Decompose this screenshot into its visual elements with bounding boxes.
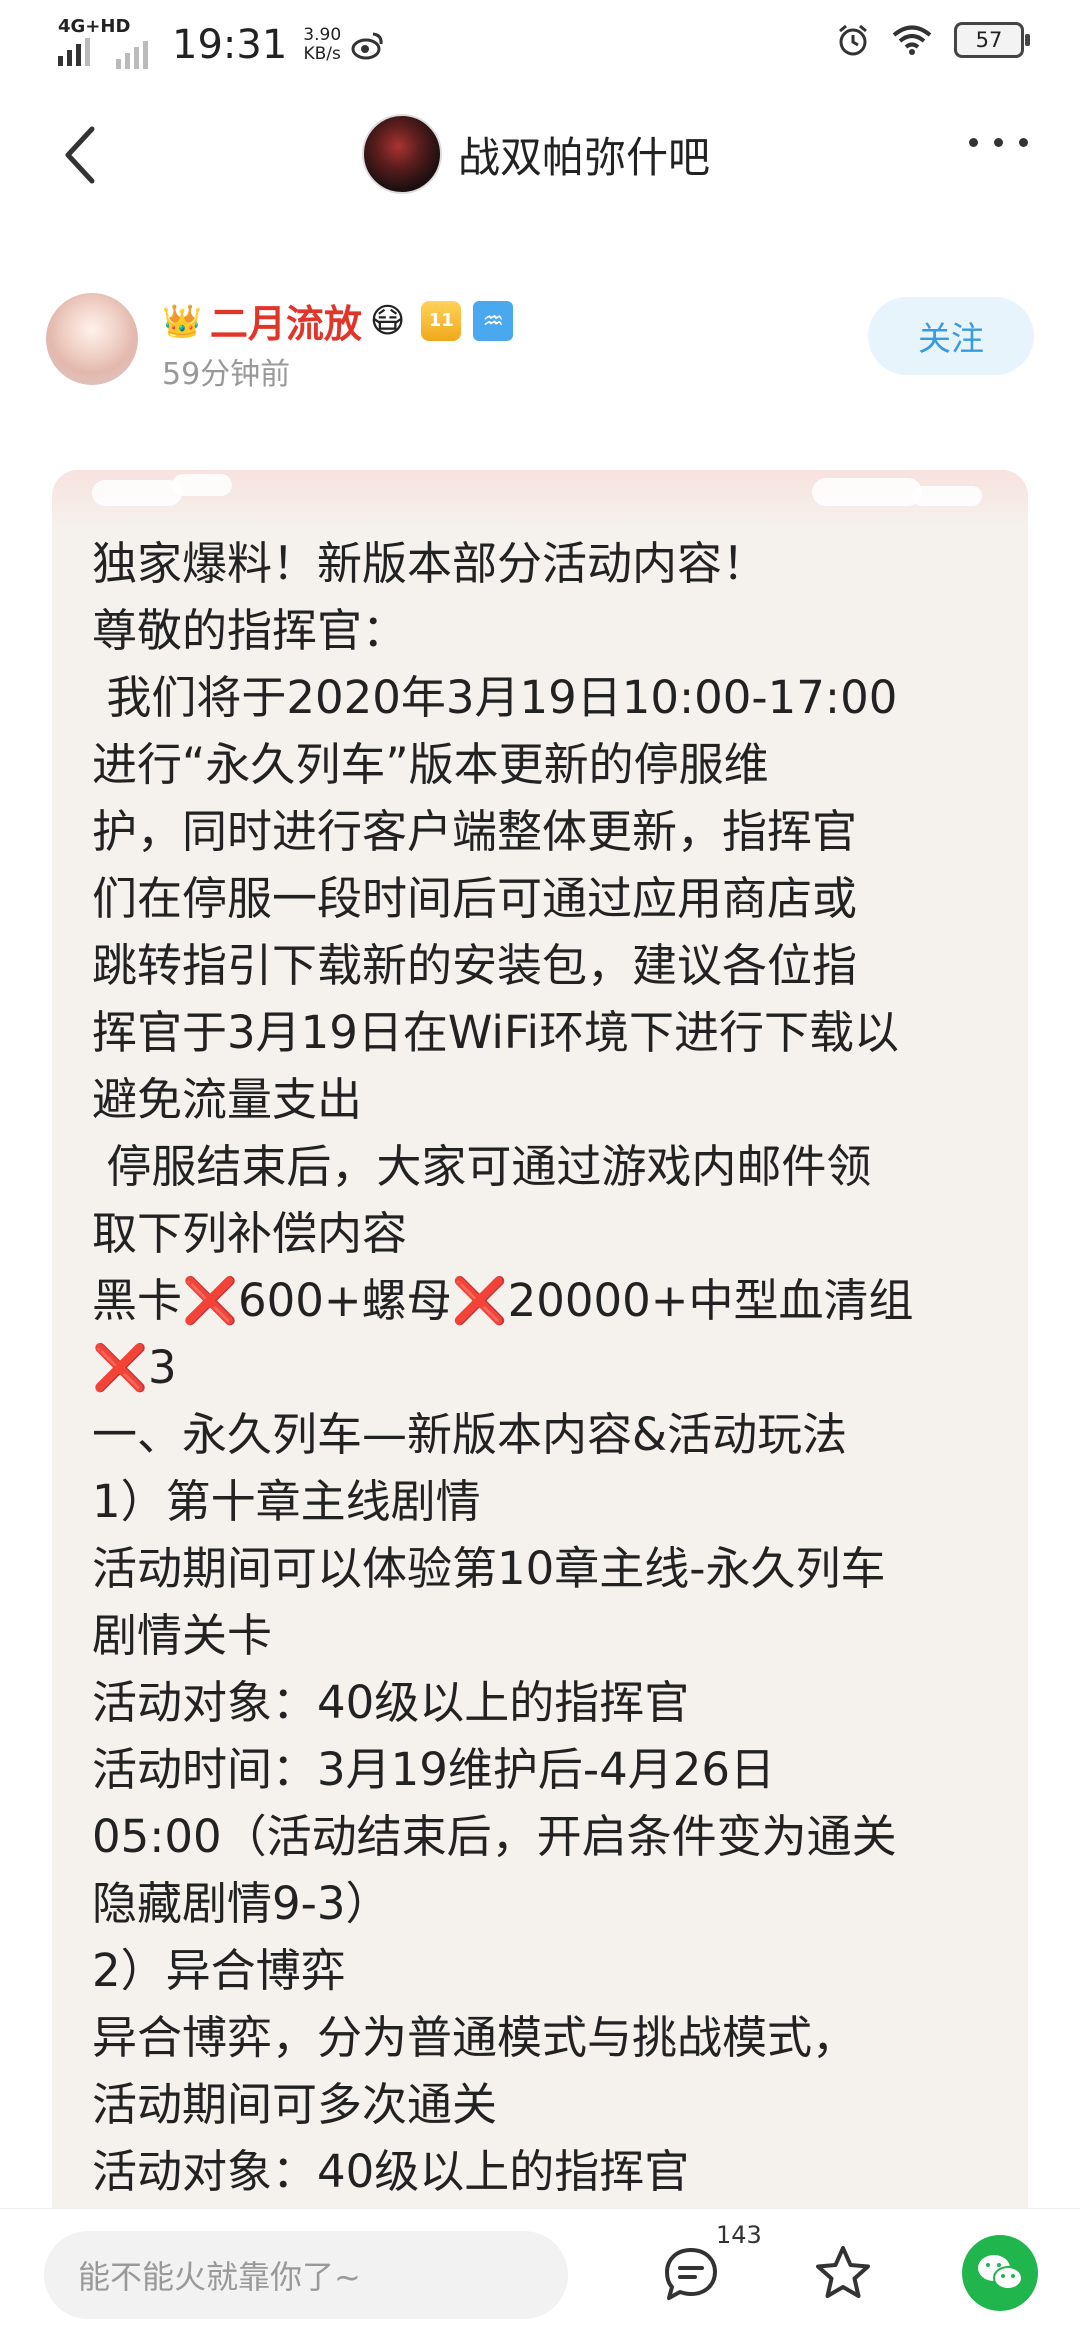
follow-button[interactable]: 关注 [868, 297, 1034, 375]
network-speed-unit: KB/s [303, 44, 341, 64]
comment-icon [665, 2248, 717, 2300]
star-icon [816, 2246, 870, 2298]
more-menu-button[interactable] [969, 138, 1028, 147]
forum-name: 战双帕弥什吧 [458, 132, 711, 182]
author-name[interactable]: 二月流放 [210, 293, 362, 348]
favorite-button[interactable] [808, 2239, 878, 2309]
cell-signal: 4G+HD [58, 18, 130, 72]
battery-icon: 57 [954, 22, 1030, 58]
reply-input[interactable]: 能不能火就靠你了~ [44, 2231, 568, 2319]
mask-face-icon: 😷 [369, 300, 406, 341]
status-time: 19:31 [172, 22, 288, 68]
forum-avatar [362, 114, 442, 194]
forum-header[interactable]: 战双帕弥什吧 [362, 114, 710, 194]
dot-icon [969, 138, 978, 147]
cloud-decoration [812, 478, 922, 506]
crown-icon: 👑 [162, 301, 202, 340]
back-button[interactable] [60, 122, 120, 188]
signal-bars-icon [58, 36, 106, 66]
network-speed-value: 3.90 [303, 25, 342, 45]
status-bar-right: 57 [836, 22, 1030, 58]
chevron-left-icon [65, 126, 95, 184]
wechat-share-button[interactable] [962, 2235, 1038, 2311]
wifi-icon [892, 25, 932, 55]
avatar[interactable] [46, 293, 138, 385]
status-bar-left: 4G+HD 19:31 3.90 KB/s [58, 18, 385, 72]
cloud-decoration [92, 480, 182, 506]
post-card: 独家爆料！新版本部分活动内容！ 尊敬的指挥官： 我们将于2020年3月19日10… [52, 470, 1028, 2230]
card-decoration [52, 470, 1028, 530]
post-header: 👑 二月流放 😷 11 ♒ 59分钟前 关注 [0, 285, 1080, 405]
network-type: 4G+HD [58, 16, 131, 37]
top-nav: 战双帕弥什吧 [0, 100, 1080, 210]
comment-count: 143 [716, 2221, 762, 2249]
dot-icon [994, 138, 1003, 147]
signal-bars-2-icon [116, 39, 148, 69]
level-badge: 11 [421, 300, 462, 341]
bottom-bar: 能不能火就靠你了~ 143 [0, 2208, 1080, 2341]
alarm-icon [839, 24, 867, 56]
aquarius-icon: ♒ [473, 300, 514, 341]
network-speed: 3.90 KB/s [303, 26, 341, 64]
status-bar: 4G+HD 19:31 3.90 KB/s 57 [0, 0, 1080, 90]
battery-level: 57 [975, 28, 1003, 52]
cloud-decoration [172, 474, 232, 496]
wechat-icon [978, 2255, 1023, 2290]
author-line: 👑 二月流放 😷 11 ♒ [162, 293, 514, 348]
weibo-icon [351, 32, 383, 60]
dot-icon [1019, 138, 1028, 147]
cloud-decoration [912, 486, 982, 506]
post-time: 59分钟前 [162, 357, 291, 392]
post-body: 独家爆料！新版本部分活动内容！ 尊敬的指挥官： 我们将于2020年3月19日10… [92, 537, 914, 2198]
comment-button[interactable] [656, 2239, 726, 2309]
